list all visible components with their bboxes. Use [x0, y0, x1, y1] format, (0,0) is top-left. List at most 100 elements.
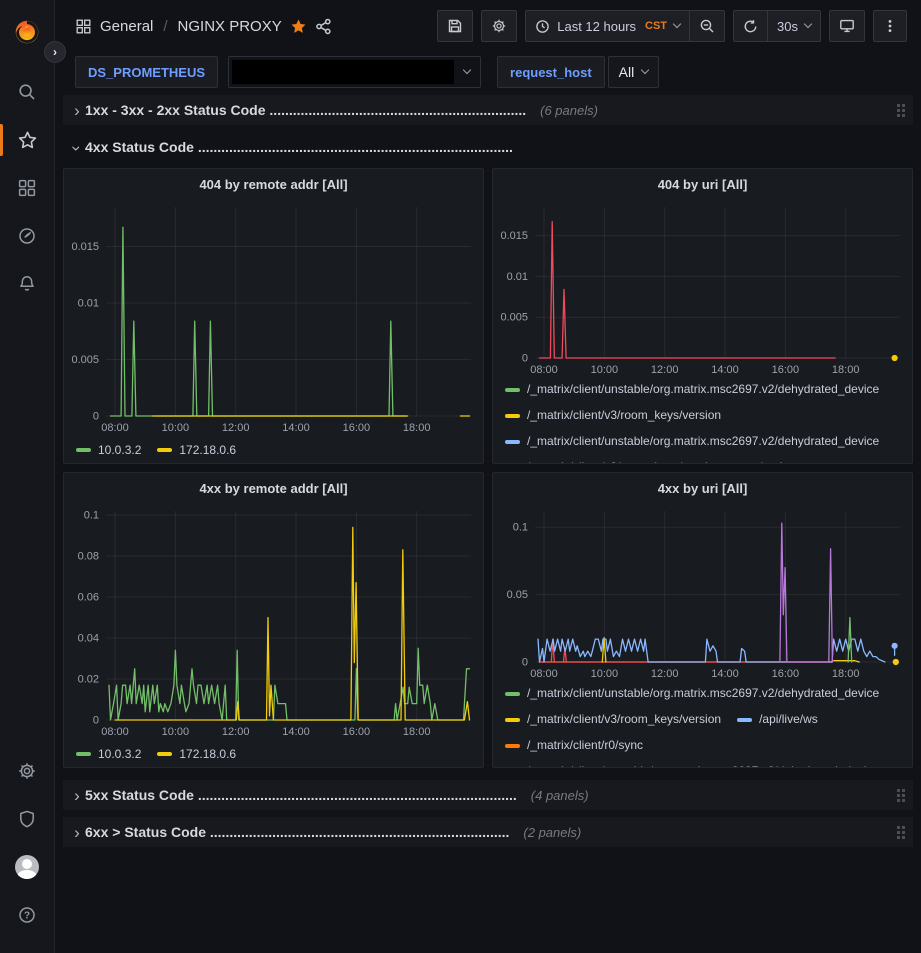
row-title: 5xx Status Code [85, 787, 194, 803]
row-title-leader: ........................................… [269, 102, 526, 118]
legend-swatch [157, 752, 172, 756]
redacted-value [232, 60, 454, 84]
row-title: 6xx > Status Code [85, 824, 206, 840]
dashboard-settings-button[interactable] [482, 11, 516, 41]
row-panel-count: (4 panels) [531, 788, 589, 803]
refresh-button[interactable] [734, 11, 767, 41]
sidebar-item-explore[interactable] [0, 212, 55, 260]
timezone-label: CST [645, 20, 667, 32]
variable-label-request-host[interactable]: request_host [497, 56, 605, 88]
more-options-button[interactable] [874, 11, 906, 41]
panel-grid: 404 by remote addr [All] 00.0050.010.015… [63, 168, 913, 768]
legend-item[interactable]: /_matrix/client/r0/sync [505, 735, 643, 756]
save-dashboard-button[interactable] [438, 11, 472, 41]
sidebar-item-server-admin[interactable] [0, 795, 55, 843]
cycle-view-mode-button[interactable] [830, 11, 864, 41]
svg-text:0.1: 0.1 [84, 510, 99, 522]
row-header-1xx-2xx-3xx[interactable]: › 1xx - 3xx - 2xx Status Code ..........… [63, 95, 913, 125]
legend-label: /_matrix/client/v3/room_keys/version [527, 709, 721, 730]
sidebar-item-profile[interactable] [0, 843, 55, 891]
sidebar-expand-button[interactable]: › [44, 41, 66, 63]
svg-text:08:00: 08:00 [530, 364, 558, 376]
legend-label: /_matrix/client/unstable/org.matrix.msc2… [527, 761, 879, 767]
row-drag-handle[interactable] [893, 100, 909, 121]
timeseries-chart[interactable]: 00.0050.010.01508:0010:0012:0014:0016:00… [64, 199, 483, 435]
panel-legend: /_matrix/client/unstable/org.matrix.msc2… [493, 377, 912, 463]
shield-icon [17, 809, 37, 829]
refresh-interval-label: 30s [777, 19, 798, 34]
zoom-out-icon [699, 18, 715, 34]
zoom-out-time-button[interactable] [689, 11, 724, 41]
legend-item[interactable]: /_matrix/client/unstable/org.matrix.msc2… [505, 761, 879, 767]
request-host-value-dropdown[interactable]: All [608, 56, 660, 88]
svg-text:0.005: 0.005 [500, 312, 528, 324]
sidebar-item-alerting[interactable] [0, 260, 55, 308]
svg-text:0.005: 0.005 [71, 354, 99, 366]
row-drag-handle[interactable] [893, 785, 909, 806]
page-title: NGINX PROXY [178, 18, 282, 35]
share-icon[interactable] [315, 18, 332, 35]
legend-item[interactable]: /api/live/ws [737, 709, 818, 730]
svg-text:10:00: 10:00 [162, 422, 190, 434]
legend-item[interactable]: /sw.js [737, 457, 788, 463]
panel-title[interactable]: 4xx by uri [All] [493, 473, 912, 503]
chevron-right-icon: › [69, 824, 85, 841]
dashboard-toolbar: Last 12 hours CST 30s [437, 10, 907, 42]
apps-icon [75, 18, 92, 35]
legend-label: /api/live/ws [759, 709, 818, 730]
variable-value-dropdown[interactable] [228, 56, 481, 88]
legend-label: 10.0.3.2 [98, 744, 141, 765]
variable-label-ds-prometheus[interactable]: DS_PROMETHEUS [75, 56, 218, 88]
legend-item[interactable]: /_matrix/client/v3/room_keys/version [505, 709, 721, 730]
svg-text:10:00: 10:00 [591, 364, 619, 376]
legend-swatch [505, 718, 520, 722]
time-range-label: Last 12 hours [557, 19, 636, 34]
legend-label: /_matrix/client/unstable/org.matrix.msc2… [527, 379, 879, 400]
monitor-icon [839, 18, 855, 34]
row-header-6xx[interactable]: › 6xx > Status Code ....................… [63, 817, 913, 847]
sidebar-item-dashboards[interactable] [0, 164, 55, 212]
time-range-picker[interactable]: Last 12 hours CST [526, 11, 689, 41]
row-panel-count: (6 panels) [540, 103, 598, 118]
gear-icon [491, 18, 507, 34]
row-drag-handle[interactable] [893, 822, 909, 843]
timeseries-chart[interactable]: 00.0050.010.01508:0010:0012:0014:0016:00… [493, 199, 912, 377]
svg-text:12:00: 12:00 [651, 668, 679, 680]
breadcrumb-section[interactable]: General [100, 18, 153, 35]
svg-text:16:00: 16:00 [343, 422, 371, 434]
legend-item[interactable]: /_matrix/client/unstable/org.matrix.msc2… [505, 379, 879, 400]
sidebar-item-help[interactable]: ? [0, 891, 55, 939]
legend-item[interactable]: 10.0.3.2 [76, 744, 141, 765]
legend-swatch [76, 752, 91, 756]
svg-text:0.015: 0.015 [500, 230, 528, 242]
clock-icon [535, 19, 550, 34]
legend-item[interactable]: 172.18.0.6 [157, 440, 236, 461]
svg-text:?: ? [24, 911, 30, 922]
row-header-4xx[interactable]: › 4xx Status Code ......................… [63, 132, 913, 162]
legend-label: /_matrix/client/unstable/org.matrix.msc2… [527, 683, 879, 704]
legend-item[interactable]: /_matrix/client/unstable/org.matrix.msc2… [505, 431, 879, 452]
panel-title[interactable]: 4xx by remote addr [All] [64, 473, 483, 503]
panel-title[interactable]: 404 by remote addr [All] [64, 169, 483, 199]
legend-label: 172.18.0.6 [179, 744, 236, 765]
svg-text:18:00: 18:00 [832, 364, 860, 376]
legend-item[interactable]: /_matrix/client/unstable/org.matrix.msc2… [505, 683, 879, 704]
legend-item[interactable]: /_matrix/client/v3/room_keys/version [505, 405, 721, 426]
favorite-star-icon[interactable] [290, 18, 307, 35]
sidebar-item-search[interactable] [0, 68, 55, 116]
help-icon: ? [17, 905, 37, 925]
timeseries-chart[interactable]: 00.050.108:0010:0012:0014:0016:0018:00 [493, 503, 912, 681]
legend-item[interactable]: 172.18.0.6 [157, 744, 236, 765]
sidebar-item-configuration[interactable] [0, 747, 55, 795]
legend-swatch [505, 744, 520, 748]
chevron-down-icon [804, 20, 812, 28]
row-header-5xx[interactable]: › 5xx Status Code ......................… [63, 780, 913, 810]
save-icon [447, 18, 463, 34]
refresh-interval-dropdown[interactable]: 30s [767, 11, 820, 41]
panel-title[interactable]: 404 by uri [All] [493, 169, 912, 199]
timeseries-chart[interactable]: 00.020.040.060.080.108:0010:0012:0014:00… [64, 503, 483, 739]
legend-swatch [505, 388, 520, 392]
sidebar-item-starred[interactable] [0, 116, 55, 164]
legend-item[interactable]: /_matrix/client/v3/room_keys/version [505, 457, 721, 463]
legend-item[interactable]: 10.0.3.2 [76, 440, 141, 461]
